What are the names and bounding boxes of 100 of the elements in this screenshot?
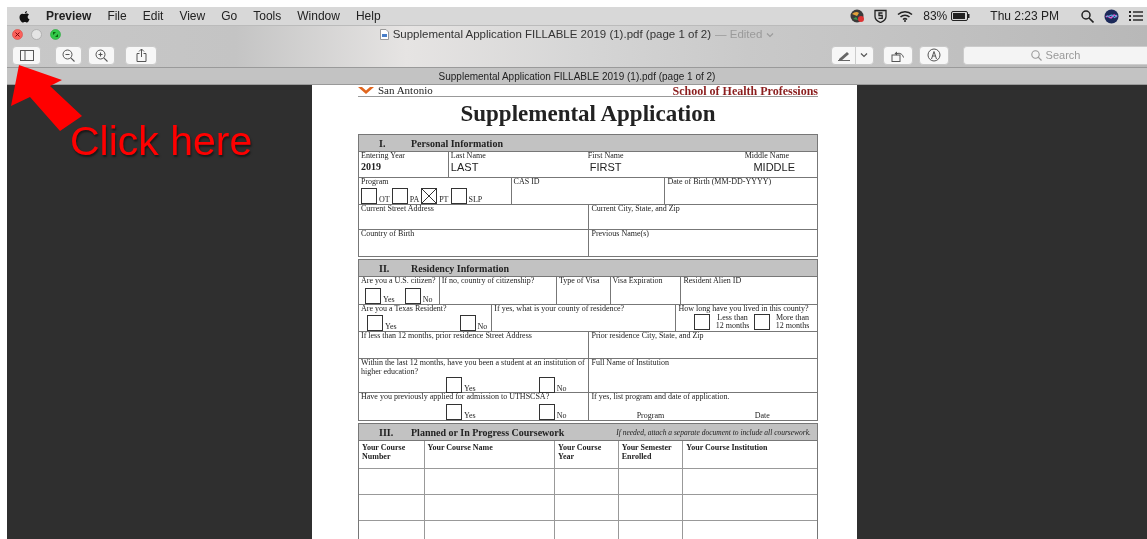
rotate-button[interactable] <box>883 45 913 65</box>
checkbox[interactable] <box>538 404 555 421</box>
field-label: Are you a U.S. citizen? <box>361 277 436 287</box>
sidebar-button[interactable] <box>12 45 41 65</box>
table-cell[interactable] <box>682 468 817 495</box>
table-cell[interactable] <box>682 520 817 539</box>
checkbox[interactable] <box>391 188 408 205</box>
battery-percentage: 83% <box>923 8 948 25</box>
field-label: Date of Birth (MM-DD-YYYY) <box>667 178 772 188</box>
zoom-in-icon <box>95 48 108 62</box>
column-header: Your Semester Enrolled <box>617 441 683 469</box>
wifi-icon[interactable] <box>897 10 914 22</box>
checkbox[interactable] <box>365 288 382 305</box>
section-title: Personal Information <box>411 136 503 151</box>
checkbox[interactable] <box>446 404 462 421</box>
list-icon[interactable] <box>1129 10 1143 22</box>
menu-item[interactable]: Edit <box>142 7 164 25</box>
table-cell[interactable] <box>423 468 555 495</box>
checkbox[interactable] <box>421 188 438 205</box>
menu-item[interactable]: File <box>107 7 127 25</box>
checkbox[interactable] <box>446 376 462 393</box>
menu-item[interactable]: Help <box>355 7 381 25</box>
option-label: Yes <box>385 323 397 332</box>
column-header: Your Course Institution <box>682 441 817 469</box>
table-cell[interactable] <box>682 494 817 521</box>
markup-toolbar-button[interactable] <box>919 45 949 65</box>
table-cell[interactable] <box>554 520 618 539</box>
sidebar-icon <box>19 49 34 61</box>
section-number: III. <box>378 425 395 440</box>
field-label: Have you previously applied for admission to UTHSCSA? <box>361 393 550 403</box>
menu-item[interactable]: Tools <box>253 7 282 25</box>
field-label: If yes, what is your county of residence? <box>494 305 625 315</box>
window-title: Supplemental Application FILLABLE 2019 (1).pdf (page 1 of 2) <box>392 26 712 42</box>
checkbox[interactable] <box>694 314 711 331</box>
header-text: San Antonio <box>378 85 433 99</box>
zoom-out-button[interactable] <box>55 45 82 65</box>
menu-item[interactable]: Go <box>221 7 238 25</box>
option-label: PA <box>409 196 420 205</box>
clock[interactable]: Thu 2:23 PM <box>990 7 1059 25</box>
zoom-out-icon <box>62 48 75 62</box>
shield-icon[interactable] <box>874 9 888 23</box>
field-label: Current Street Address <box>361 205 434 215</box>
field-value[interactable]: LAST <box>450 161 541 174</box>
field-label: How long have you lived in this county? <box>678 305 809 315</box>
search-icon[interactable] <box>1081 9 1094 23</box>
app-menu[interactable]: Preview <box>46 7 92 25</box>
fullscreen-button[interactable] <box>50 29 61 40</box>
table-cell[interactable] <box>554 494 618 521</box>
field-sublabel: Program <box>636 411 665 421</box>
menu-item[interactable]: Window <box>297 7 340 25</box>
globe-icon[interactable] <box>850 9 865 23</box>
form-title: Supplemental Application <box>459 101 717 127</box>
column-header: Your Course Year <box>554 441 618 469</box>
markup-icon <box>927 48 941 62</box>
column-header: Your Course Name <box>423 441 555 469</box>
checkbox[interactable] <box>459 315 476 332</box>
close-button[interactable] <box>12 29 23 40</box>
table-cell[interactable] <box>423 520 555 539</box>
field-label: Full Name of Institution <box>591 359 669 369</box>
markup-button[interactable] <box>831 45 874 65</box>
apple-icon[interactable] <box>19 9 30 23</box>
checkbox[interactable] <box>754 314 771 331</box>
field-label: Previous Name(s) <box>591 230 649 240</box>
battery-icon[interactable] <box>951 11 971 21</box>
checkbox[interactable] <box>404 288 421 305</box>
pen-icon <box>837 49 851 61</box>
option-label: PT <box>439 196 449 205</box>
field-label: Are you a Texas Resident? <box>361 305 447 315</box>
document-icon <box>379 29 389 40</box>
siri-icon[interactable] <box>1104 8 1119 24</box>
search-icon <box>1030 49 1042 61</box>
annotation-text: Click here <box>70 121 253 162</box>
option-label: Yes <box>383 296 395 305</box>
table-cell[interactable] <box>617 494 683 521</box>
option-label: No <box>556 384 567 393</box>
table-cell[interactable] <box>554 468 618 495</box>
field-value[interactable]: MIDDLE <box>753 161 795 174</box>
checkbox[interactable] <box>367 315 383 332</box>
table-cell[interactable] <box>423 494 555 521</box>
table-cell[interactable] <box>617 520 683 539</box>
field-label: Resident Alien ID <box>683 277 742 287</box>
option-label: SLP <box>468 196 483 205</box>
field-label: Visa Expiration <box>612 277 663 287</box>
share-button[interactable] <box>125 45 157 65</box>
field-value[interactable]: FIRST <box>589 161 622 174</box>
caret-icon <box>860 52 868 58</box>
table-cell[interactable] <box>617 468 683 495</box>
field-label: First Name <box>587 152 624 162</box>
menu-item[interactable]: View <box>179 7 206 25</box>
checkbox[interactable] <box>538 376 555 393</box>
zoom-in-button[interactable] <box>88 45 115 65</box>
option-label: Less than 12 months <box>714 314 751 331</box>
checkbox[interactable] <box>450 188 467 205</box>
field-value[interactable]: 2019 <box>361 161 446 173</box>
checkbox[interactable] <box>361 188 377 205</box>
field-label: Country of Birth <box>361 230 415 240</box>
field-label: If yes, list program and date of application. <box>591 393 730 403</box>
option-label: Yes <box>464 384 476 393</box>
field-label: Program <box>361 178 389 188</box>
section-title: Planned or In Progress Coursework <box>411 425 565 440</box>
